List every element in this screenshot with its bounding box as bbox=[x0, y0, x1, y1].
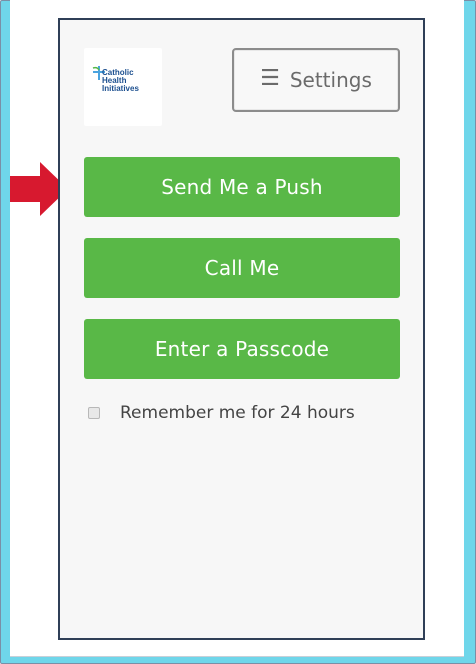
hamburger-menu-icon: ☰ bbox=[260, 66, 280, 91]
brand-logo: Catholic Health Initiatives bbox=[84, 48, 162, 126]
page-panel: Catholic Health Initiatives ☰ Settings S… bbox=[10, 0, 464, 657]
enter-passcode-button[interactable]: Enter a Passcode bbox=[84, 319, 400, 379]
call-me-button[interactable]: Call Me bbox=[84, 238, 400, 298]
remember-checkbox[interactable] bbox=[88, 407, 100, 419]
settings-label: Settings bbox=[289, 68, 372, 92]
remember-me-row[interactable]: Remember me for 24 hours bbox=[88, 403, 355, 423]
send-push-button[interactable]: Send Me a Push bbox=[84, 157, 400, 217]
settings-button[interactable]: ☰ Settings bbox=[232, 48, 400, 112]
remember-label: Remember me for 24 hours bbox=[120, 403, 355, 423]
brand-name: Catholic Health Initiatives bbox=[102, 68, 139, 93]
auth-window: Catholic Health Initiatives ☰ Settings S… bbox=[58, 18, 425, 640]
